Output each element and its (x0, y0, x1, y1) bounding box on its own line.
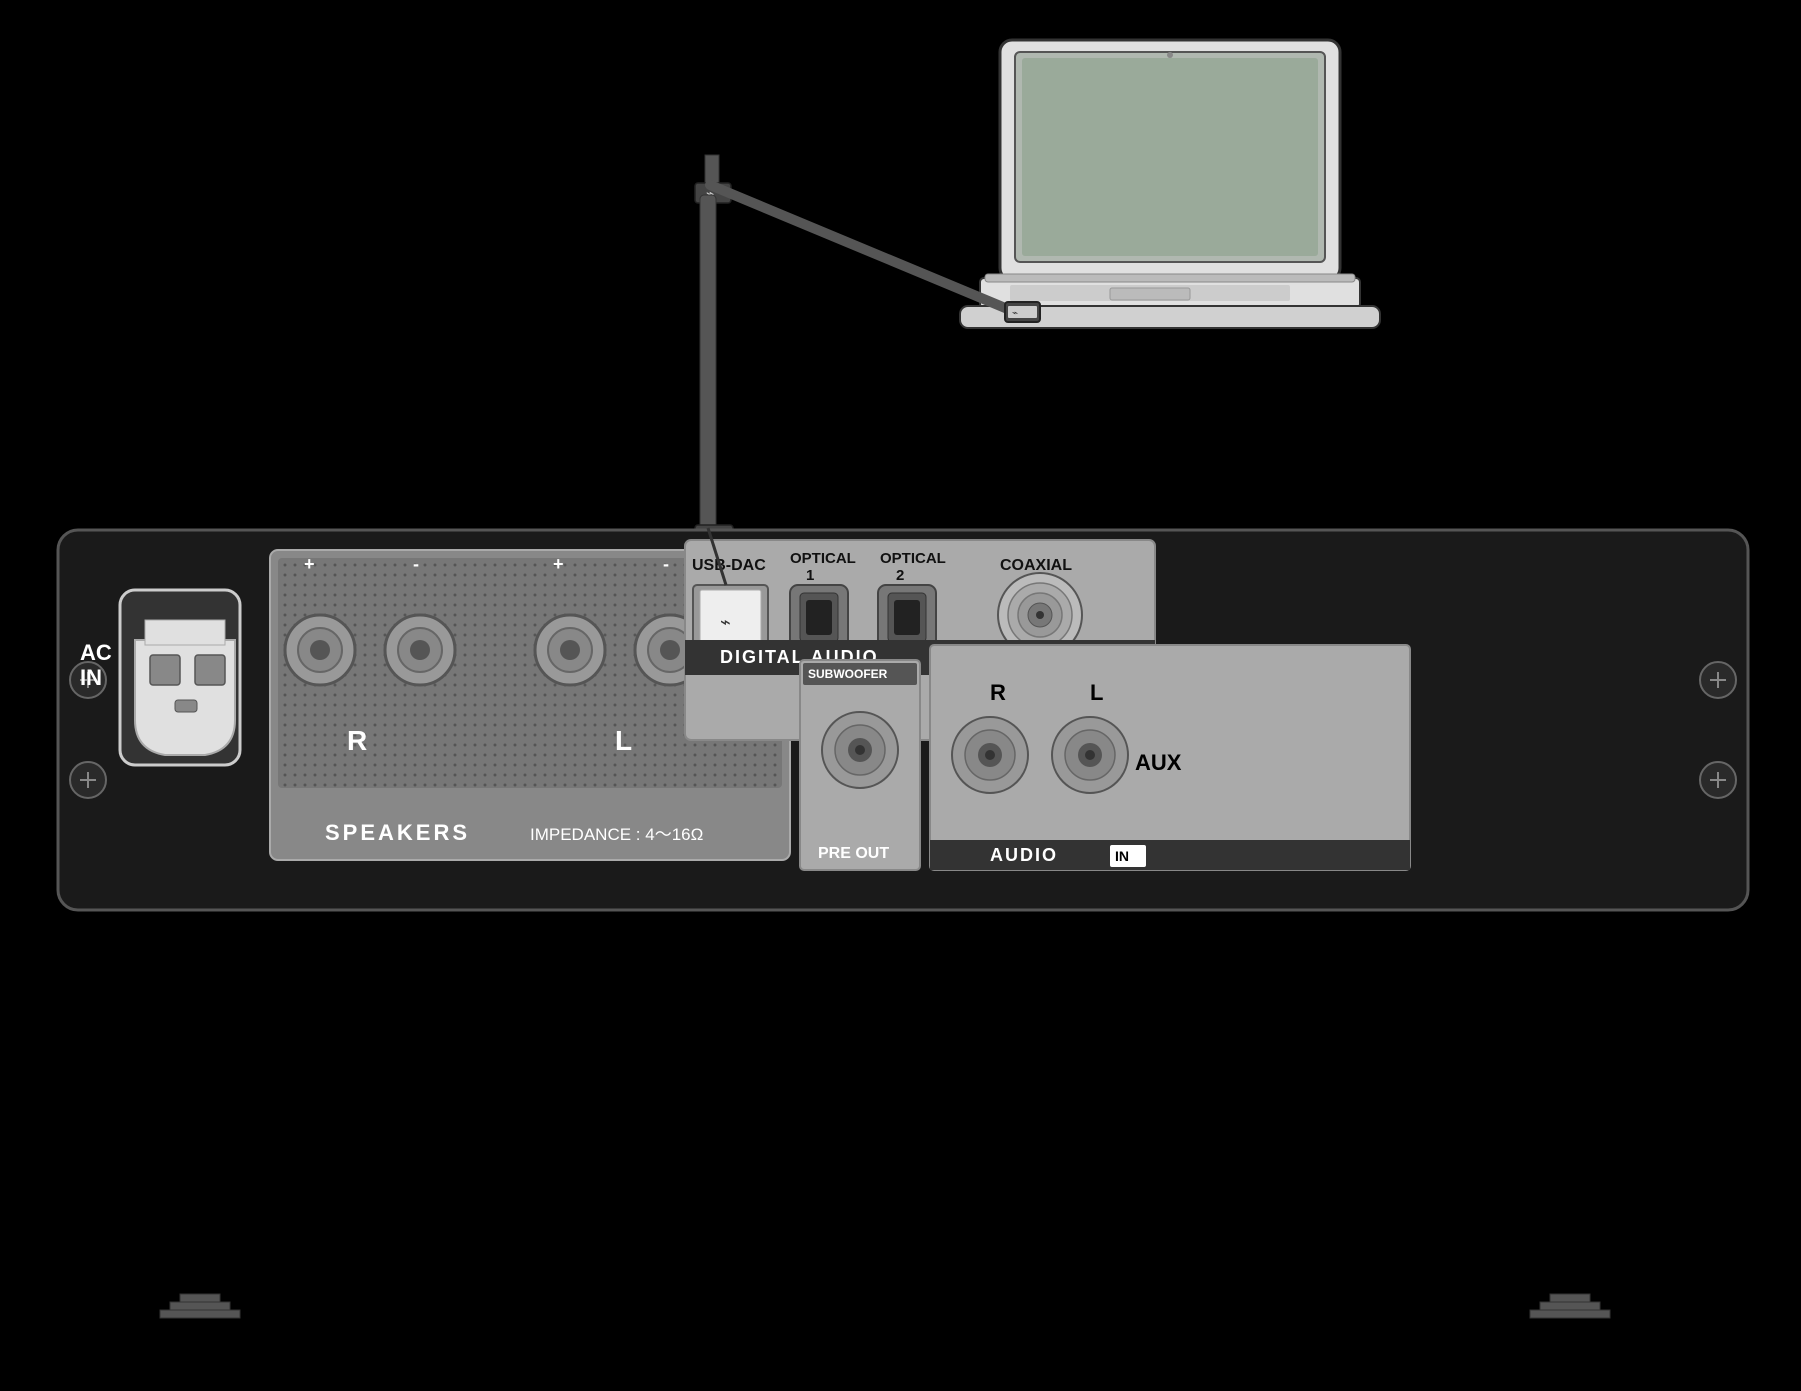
svg-text:⌁: ⌁ (720, 612, 731, 632)
optical1-label: OPTICAL (790, 550, 856, 567)
audio-r-label: R (990, 680, 1006, 705)
subwoofer-label: SUBWOOFER (808, 667, 888, 681)
aux-label: AUX (1135, 750, 1182, 775)
coaxial-label: COAXIAL (1000, 557, 1072, 574)
svg-text:1: 1 (806, 567, 814, 584)
diagram-container: ⌁ ⌁ ⌁ (0, 0, 1801, 1386)
svg-text:-: - (413, 554, 419, 574)
optical2-label: OPTICAL (880, 550, 946, 567)
amp-back-panel: AC IN (58, 530, 1748, 910)
svg-text:IN: IN (80, 665, 102, 690)
impedance-label: IMPEDANCE : 4～16Ω (530, 825, 703, 844)
audio-in-label: AUDIO (990, 845, 1058, 865)
svg-text:R: R (347, 725, 367, 756)
svg-text:⌁: ⌁ (1012, 308, 1018, 319)
usb-dac-label: USB-DAC (692, 557, 766, 574)
svg-text:L: L (615, 725, 632, 756)
svg-text:2: 2 (896, 567, 904, 584)
laptop (960, 40, 1380, 328)
speakers-label: SPEAKERS (325, 820, 470, 845)
svg-text:-: - (663, 554, 669, 574)
svg-text:+: + (304, 554, 315, 574)
svg-text:+: + (553, 554, 564, 574)
main-svg: ⌁ ⌁ ⌁ (0, 0, 1801, 1386)
audio-l-label: L (1090, 680, 1103, 705)
audio-in-badge: IN (1115, 848, 1129, 864)
ac-in-label: AC (80, 640, 112, 665)
pre-out-label: PRE OUT (818, 845, 889, 862)
